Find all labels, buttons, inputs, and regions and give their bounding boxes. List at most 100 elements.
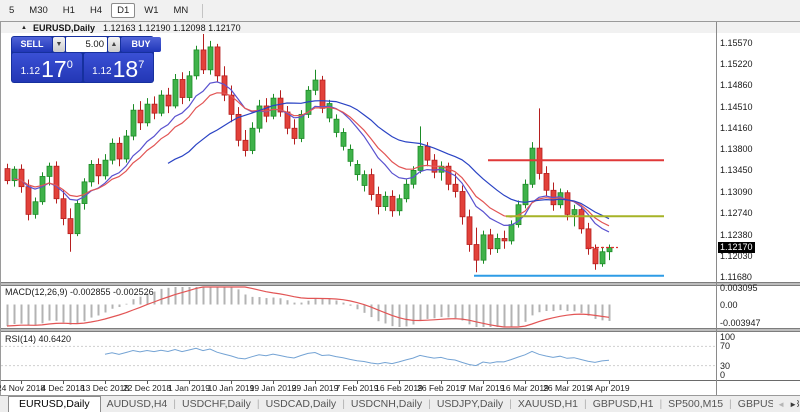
bull-candle: [194, 50, 199, 76]
bear-candle: [369, 175, 374, 195]
bull-candle: [607, 248, 612, 252]
bear-candle: [180, 79, 185, 97]
bull-candle: [124, 136, 129, 159]
tab-scroll-left-icon[interactable]: ◄: [777, 400, 785, 409]
bear-candle: [579, 210, 584, 229]
sell-price-display[interactable]: 1.12170: [12, 53, 82, 82]
price-axis[interactable]: 1.155701.152201.148601.145101.141601.138…: [717, 22, 800, 395]
bull-candle: [362, 175, 367, 186]
timeframe-button-mn[interactable]: MN: [168, 3, 195, 19]
rsi-tick-label: 0: [720, 370, 725, 380]
price-tick-label: 1.12380: [720, 230, 753, 240]
bear-candle: [502, 238, 507, 240]
buy-button[interactable]: BUY: [121, 37, 161, 52]
chart-tab-usdcad-daily[interactable]: USDCAD,Daily: [260, 398, 343, 410]
bull-candle: [299, 114, 304, 138]
rsi-indicator-canvas[interactable]: [1, 332, 716, 380]
bear-candle: [215, 47, 220, 76]
bull-candle: [509, 225, 514, 241]
volume-increase-button[interactable]: ▲: [108, 37, 120, 52]
bull-candle: [145, 104, 150, 123]
chart-tab-audusd-h4[interactable]: AUDUSD,H4: [101, 398, 174, 410]
timeframe-button-5[interactable]: 5: [3, 3, 20, 19]
timeframe-button-m30[interactable]: M30: [23, 3, 53, 19]
chart-ohlc-values: 1.12163 1.12190 1.12098 1.12170: [103, 23, 241, 33]
price-tick-label: 1.12740: [720, 208, 753, 218]
macd-tick-label: 0.00: [720, 300, 738, 310]
chart-tab-bar: EURUSD,DailyAUDUSD,H4|USDCHF,Daily|USDCA…: [0, 395, 800, 412]
price-tick-label: 1.13090: [720, 187, 753, 197]
bull-candle: [404, 184, 409, 198]
bull-candle: [397, 199, 402, 211]
chart-symbol-period: EURUSD,Daily: [33, 23, 95, 33]
chart-tab-gbpusd-h1[interactable]: GBPUSD,H1: [587, 398, 660, 410]
bull-candle: [313, 80, 318, 90]
bull-candle: [75, 204, 80, 234]
sell-price-prefix: 1.12: [21, 64, 40, 80]
timeframe-button-d1[interactable]: D1: [111, 3, 135, 19]
bull-candle: [187, 76, 192, 98]
chart-tab-xauusd-h1[interactable]: XAUUSD,H1: [512, 398, 584, 410]
collapse-triangle-icon[interactable]: ▲: [21, 25, 27, 31]
bull-candle: [383, 196, 388, 206]
chart-tab-usdjpy-daily[interactable]: USDJPY,Daily: [431, 398, 509, 410]
bear-candle: [152, 104, 157, 113]
rsi-label: RSI(14) 40.6420: [5, 334, 71, 344]
bull-candle: [103, 160, 108, 176]
bear-candle: [292, 128, 297, 138]
buy-price-display[interactable]: 1.12187: [84, 53, 154, 82]
bear-candle: [467, 217, 472, 245]
tab-scroll-right-icon[interactable]: ►: [789, 400, 797, 409]
bear-candle: [593, 249, 598, 264]
timeframe-button-w1[interactable]: W1: [138, 3, 164, 19]
mt4-terminal: 5M30H1H4D1W1MN ▲ EURUSD,Daily 1.12163 1.…: [0, 0, 800, 412]
bear-candle: [54, 166, 59, 199]
price-tick-label: 1.13450: [720, 165, 753, 175]
chart-tab-usdcnh-daily[interactable]: USDCNH,Daily: [345, 398, 428, 410]
toolbar-separator: [202, 4, 203, 18]
chart-tab-usdchf-daily[interactable]: USDCHF,Daily: [176, 398, 257, 410]
bull-candle: [495, 238, 500, 248]
sell-price-pip: 0: [67, 60, 73, 71]
tab-scroll-buttons: ◄ ►: [773, 396, 797, 412]
bear-candle: [544, 173, 549, 190]
chart-tab-sp500-m15[interactable]: SP500,M15: [662, 398, 729, 410]
timeframe-button-h1[interactable]: H1: [57, 3, 81, 19]
bull-candle: [334, 119, 339, 132]
bull-candle: [131, 110, 136, 136]
one-click-trading-panel: SELL ▼ ▲ BUY 1.12170 1.12187: [11, 36, 154, 83]
date-label: 4 Apr 2019: [579, 383, 639, 393]
bear-candle: [425, 146, 430, 160]
price-tick-label: 1.14860: [720, 80, 753, 90]
bear-candle: [586, 229, 591, 249]
bear-candle: [565, 193, 570, 215]
sell-button[interactable]: SELL: [12, 37, 52, 52]
bull-candle: [110, 143, 115, 160]
macd-tick-label: -0.003947: [720, 318, 761, 328]
bull-candle: [271, 98, 276, 116]
bull-candle: [341, 132, 346, 146]
volume-input[interactable]: [66, 37, 107, 52]
bear-candle: [96, 164, 101, 175]
chart-window[interactable]: ▲ EURUSD,Daily 1.12163 1.12190 1.12098 1…: [0, 21, 800, 395]
bear-candle: [376, 195, 381, 207]
panel-border: [1, 380, 800, 381]
volume-decrease-button[interactable]: ▼: [53, 37, 65, 52]
price-tick-label: 1.15220: [720, 59, 753, 69]
bull-candle: [159, 95, 164, 113]
current-bid-tag: 1.12170: [718, 242, 755, 253]
bear-candle: [243, 140, 248, 150]
bear-candle: [26, 187, 31, 215]
bull-candle: [348, 149, 353, 161]
bull-candle: [208, 47, 213, 70]
chart-tab-eurusd-daily[interactable]: EURUSD,Daily: [8, 396, 101, 412]
rsi-line: [105, 348, 609, 365]
bull-candle: [530, 148, 535, 184]
bull-candle: [173, 79, 178, 106]
price-tick-label: 1.13800: [720, 144, 753, 154]
price-tick-label: 1.11680: [720, 272, 752, 282]
bull-candle: [572, 210, 577, 215]
bull-candle: [600, 252, 605, 264]
timeframe-button-h4[interactable]: H4: [84, 3, 108, 19]
bear-candle: [488, 235, 493, 249]
